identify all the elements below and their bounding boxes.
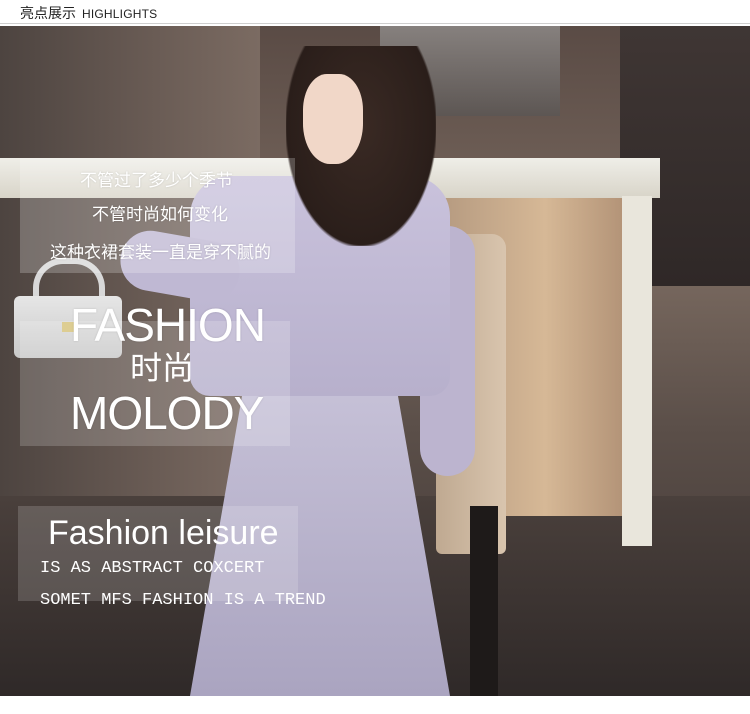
- section-title-en: HIGHLIGHTS: [82, 7, 158, 21]
- section-title-cn: 亮点展示: [20, 6, 76, 22]
- counter-leg: [622, 196, 652, 546]
- product-photo: 不管过了多少个季节 不管时尚如何变化 这种衣裙套装一直是穿不腻的 FASHION…: [0, 26, 750, 696]
- headline-molody: MOLODY: [70, 387, 264, 439]
- section-header: 亮点展示 HIGHLIGHTS: [0, 0, 750, 27]
- slogan-line-2: SOMET MFS FASHION IS A TREND: [40, 591, 326, 610]
- headline-cn: 时尚: [130, 349, 195, 387]
- model-face: [303, 74, 363, 164]
- slogan-line-1: IS AS ABSTRACT COXCERT: [40, 559, 265, 578]
- slogan-title: Fashion leisure: [48, 514, 279, 552]
- tagline-line-1: 不管过了多少个季节: [80, 171, 233, 191]
- tagline-line-3: 这种衣裙套装一直是穿不腻的: [50, 243, 271, 263]
- header-divider: [0, 23, 750, 24]
- chair-leg: [470, 506, 498, 696]
- tagline-line-2: 不管时尚如何变化: [92, 205, 228, 225]
- page-footer-space: [0, 696, 750, 714]
- headline-fashion: FASHION: [70, 299, 266, 351]
